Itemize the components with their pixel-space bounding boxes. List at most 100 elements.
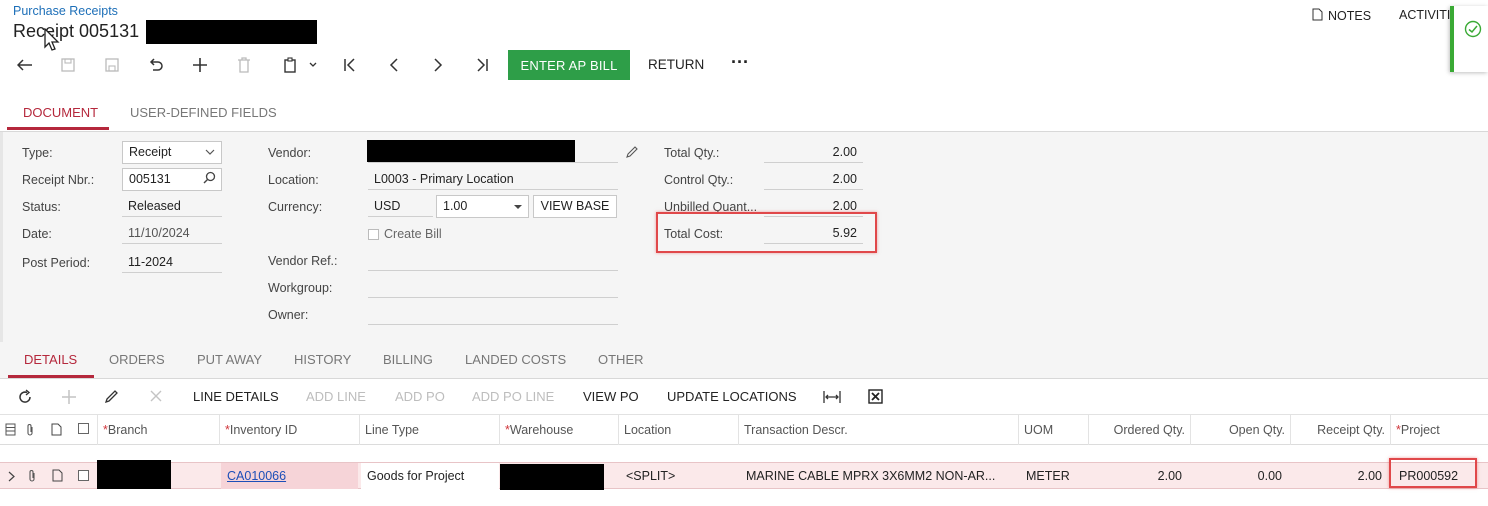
edit-row-icon[interactable] [104,389,119,406]
currency-value[interactable]: USD [368,195,433,217]
col-receipt-qty[interactable]: Receipt Qty. [1290,415,1390,445]
view-base-button[interactable]: VIEW BASE [533,195,617,218]
line-details-button[interactable]: LINE DETAILS [193,389,279,404]
enter-ap-bill-button[interactable]: ENTER AP BILL [508,50,630,80]
post-period-value: 11-2024 [122,251,222,273]
row-checkbox[interactable] [78,470,89,481]
activities-button[interactable]: ACTIVITI [1399,8,1450,22]
save-close-icon[interactable] [57,55,79,75]
tab-history[interactable]: HISTORY [294,352,351,367]
location-cell[interactable]: <SPLIT> [620,463,738,489]
status-label: Status: [22,200,61,214]
col-transaction-descr[interactable]: Transaction Descr. [738,415,1018,445]
add-po-button[interactable]: ADD PO [395,389,445,404]
inventory-id-link[interactable]: CA010066 [227,469,286,483]
location-value[interactable]: L0003 - Primary Location [368,168,618,190]
add-row-icon[interactable] [61,389,77,408]
more-actions-icon[interactable]: ··· [731,52,749,73]
breadcrumb[interactable]: Purchase Receipts [13,4,118,18]
page-title: Receipt 005131 [13,21,140,41]
create-bill-checkbox[interactable]: Create Bill [368,227,442,241]
currency-rate-select[interactable]: 1.00 [436,195,529,218]
row-selector-header-icon[interactable] [5,423,16,439]
col-open-qty[interactable]: Open Qty. [1190,415,1290,445]
add-icon[interactable] [189,55,211,75]
vendor-ref-field[interactable] [368,249,618,271]
detail-tabs: DETAILS ORDERS PUT AWAY HISTORY BILLING … [0,342,1488,379]
first-record-icon[interactable] [339,55,361,75]
col-uom[interactable]: UOM [1018,415,1088,445]
col-line-type[interactable]: Line Type [359,415,499,445]
tab-other[interactable]: OTHER [598,352,644,367]
location-label: Location: [268,173,319,187]
active-detail-tab-indicator [8,375,94,378]
update-locations-button[interactable]: UPDATE LOCATIONS [667,389,797,404]
mouse-cursor-icon [44,27,62,57]
notes-button[interactable]: NOTES [1312,8,1371,24]
control-qty-value: 2.00 [764,168,863,190]
row-expand-icon[interactable] [8,470,15,485]
search-icon[interactable] [203,170,216,191]
tab-put-away[interactable]: PUT AWAY [197,352,262,367]
checkbox-icon[interactable] [368,228,379,240]
workgroup-field[interactable] [368,276,618,298]
refresh-icon[interactable] [17,389,33,408]
clipboard-dropdown-icon[interactable] [278,55,322,75]
fit-columns-icon[interactable] [823,390,841,407]
open-qty-cell: 0.00 [1257,469,1282,483]
view-po-button[interactable]: VIEW PO [583,389,639,404]
owner-label: Owner: [268,308,309,322]
total-cost-highlight [656,212,877,253]
caret-down-icon [514,196,522,217]
total-qty-label: Total Qty.: [664,146,720,160]
type-select[interactable]: Receipt [122,141,222,164]
edit-pencil-icon[interactable] [626,146,638,161]
tab-landed-costs[interactable]: LANDED COSTS [465,352,566,367]
receipt-nbr-label: Receipt Nbr.: [22,173,95,187]
line-type-cell: Goods for Project [361,463,499,489]
type-label: Type: [22,146,53,160]
col-warehouse[interactable]: *Warehouse [499,415,618,445]
select-all-checkbox[interactable] [78,423,89,434]
currency-label: Currency: [268,200,323,214]
col-ordered-qty[interactable]: Ordered Qty. [1088,415,1190,445]
owner-field[interactable] [368,303,618,325]
row-notes-icon[interactable] [52,469,63,485]
grid-toolbar: LINE DETAILS ADD LINE ADD PO ADD PO LINE… [0,379,1488,415]
control-qty-label: Control Qty.: [664,173,734,187]
tab-billing[interactable]: BILLING [383,352,433,367]
add-line-button[interactable]: ADD LINE [306,389,366,404]
table-row[interactable]: CA010066 Goods for Project <SPLIT> MARIN… [0,460,1488,490]
rate-value: 1.00 [443,199,468,213]
last-record-icon[interactable] [471,55,493,75]
next-record-icon[interactable] [427,55,449,75]
tab-orders[interactable]: ORDERS [109,352,165,367]
success-notification[interactable] [1450,6,1488,72]
project-highlight [1389,458,1477,488]
uom-cell: METER [1026,469,1070,483]
delete-row-icon[interactable] [150,390,162,405]
redacted-vendor [367,140,575,162]
back-icon[interactable] [14,55,36,75]
tab-details[interactable]: DETAILS [24,352,77,367]
return-button[interactable]: RETURN [648,57,704,72]
tab-document[interactable]: DOCUMENT [23,105,98,120]
col-project[interactable]: *Project [1390,415,1488,445]
row-attachment-icon[interactable] [27,469,37,486]
notes-label: NOTES [1328,9,1372,23]
delete-icon[interactable] [233,55,255,75]
receipt-nbr-input[interactable]: 005131 [122,168,222,191]
inventory-id-cell[interactable]: CA010066 [221,463,358,489]
type-value: Receipt [129,145,172,159]
col-branch[interactable]: *Branch [97,415,219,445]
save-icon[interactable] [101,55,123,75]
previous-record-icon[interactable] [383,55,405,75]
undo-icon[interactable] [145,55,167,75]
col-inventory-id[interactable]: *Inventory ID [219,415,359,445]
col-location[interactable]: Location [618,415,738,445]
add-po-line-button[interactable]: ADD PO LINE [472,389,554,404]
document-icon [1312,8,1323,24]
export-excel-icon[interactable] [868,389,883,407]
tab-user-defined-fields[interactable]: USER-DEFINED FIELDS [130,105,277,120]
ordered-qty-cell: 2.00 [1157,469,1182,483]
